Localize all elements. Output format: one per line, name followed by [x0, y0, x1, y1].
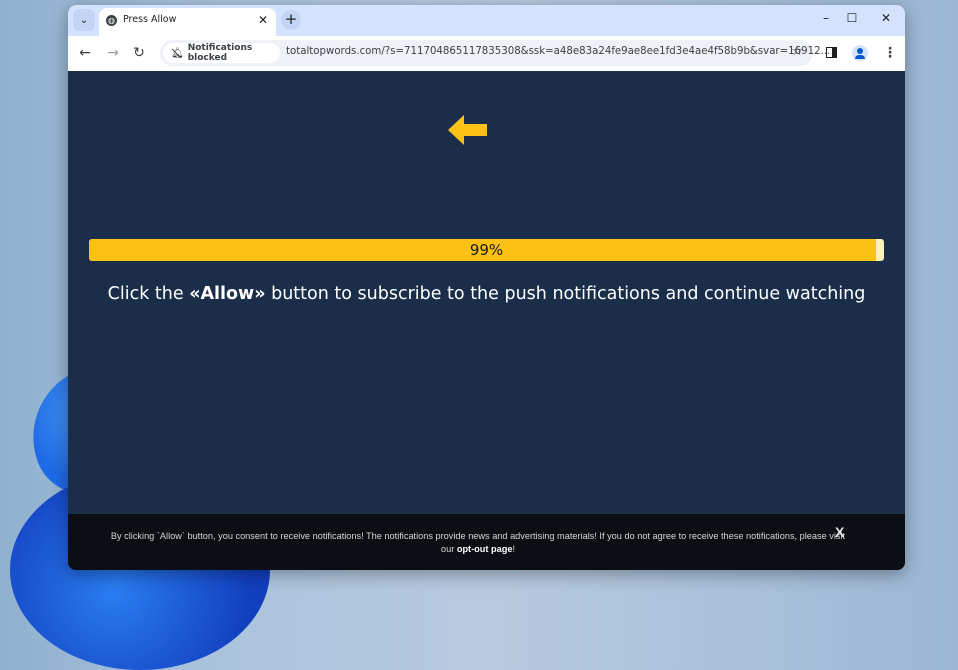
tab-bar: ⌄ ◍ Press Allow ✕ + – ☐ ✕ [68, 5, 905, 36]
browser-toolbar: ← → ↻ 🔔︎ Notifications blocked totaltopw… [68, 36, 905, 71]
close-tab-icon[interactable]: ✕ [258, 12, 268, 28]
close-window-button[interactable]: ✕ [876, 11, 896, 25]
maximize-button[interactable]: ☐ [842, 11, 862, 25]
notifications-blocked-chip[interactable]: 🔔︎ Notifications blocked [163, 43, 280, 63]
consent-suffix: ! [512, 544, 516, 554]
headline-after: button to subscribe to the push notifica… [265, 284, 866, 304]
new-tab-button[interactable]: + [281, 10, 301, 30]
forward-button[interactable]: → [104, 44, 122, 62]
reload-button[interactable]: ↻ [130, 44, 148, 62]
browser-window: ⌄ ◍ Press Allow ✕ + – ☐ ✕ ← → ↻ 🔔︎ Notif… [68, 5, 905, 570]
tab-press-allow[interactable]: ◍ Press Allow ✕ [99, 8, 276, 36]
consent-text: By clicking `Allow` button, you consent … [108, 530, 848, 556]
headline-allow: «Allow» [189, 284, 266, 304]
side-panel-icon[interactable] [826, 47, 837, 58]
address-bar[interactable]: 🔔︎ Notifications blocked totaltopwords.c… [160, 40, 830, 66]
headline-before: Click the [107, 284, 190, 304]
bell-off-icon: 🔔︎ [171, 47, 184, 59]
plus-icon: + [284, 10, 298, 28]
consent-banner: By clicking `Allow` button, you consent … [68, 514, 905, 570]
profile-avatar-icon[interactable] [852, 45, 868, 61]
kebab-menu-icon[interactable]: ⋮ [883, 44, 897, 62]
close-banner-button[interactable]: X [835, 524, 844, 540]
chip-label: Notifications blocked [187, 43, 253, 63]
back-button[interactable]: ← [76, 44, 94, 62]
progress-bar: 99% [89, 239, 884, 261]
chevron-down-icon: ⌄ [79, 14, 89, 26]
globe-icon: ◍ [106, 15, 117, 26]
headline: Click the «Allow» button to subscribe to… [68, 284, 905, 304]
progress-label: 99% [469, 241, 504, 259]
page-content: 99% Click the «Allow» button to subscrib… [68, 71, 905, 570]
minimize-button[interactable]: – [816, 11, 836, 25]
arrow-left-icon [448, 115, 487, 145]
bookmark-star-icon[interactable]: ☆ [791, 44, 803, 59]
url-text[interactable]: totaltopwords.com/?s=711704865117835308&… [286, 46, 830, 57]
tab-title: Press Allow [123, 14, 177, 25]
tab-search-button[interactable]: ⌄ [73, 9, 95, 31]
opt-out-link[interactable]: opt-out page [457, 544, 513, 554]
